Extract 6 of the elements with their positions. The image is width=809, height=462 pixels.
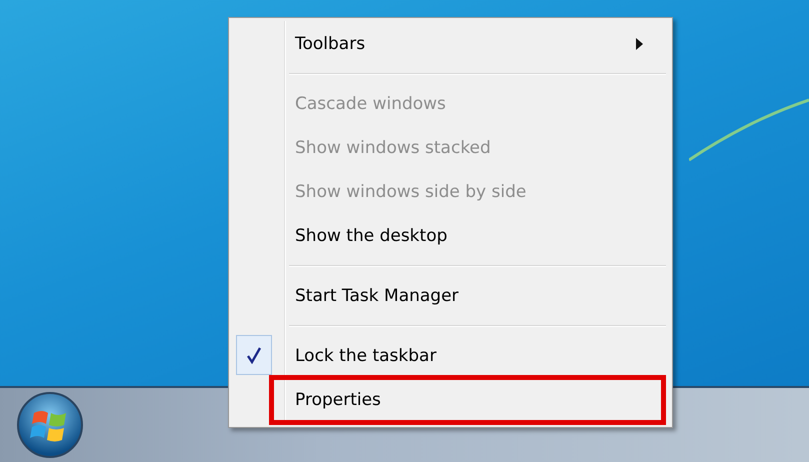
menu-item[interactable]: Show the desktop bbox=[295, 226, 448, 246]
start-button-icon[interactable] bbox=[16, 391, 84, 459]
menu-item[interactable]: Toolbars bbox=[295, 34, 366, 54]
menu-item[interactable]: Start Task Manager bbox=[295, 286, 459, 306]
menu-item[interactable]: Lock the taskbar bbox=[295, 346, 436, 366]
menu-item[interactable]: Properties bbox=[295, 390, 381, 410]
